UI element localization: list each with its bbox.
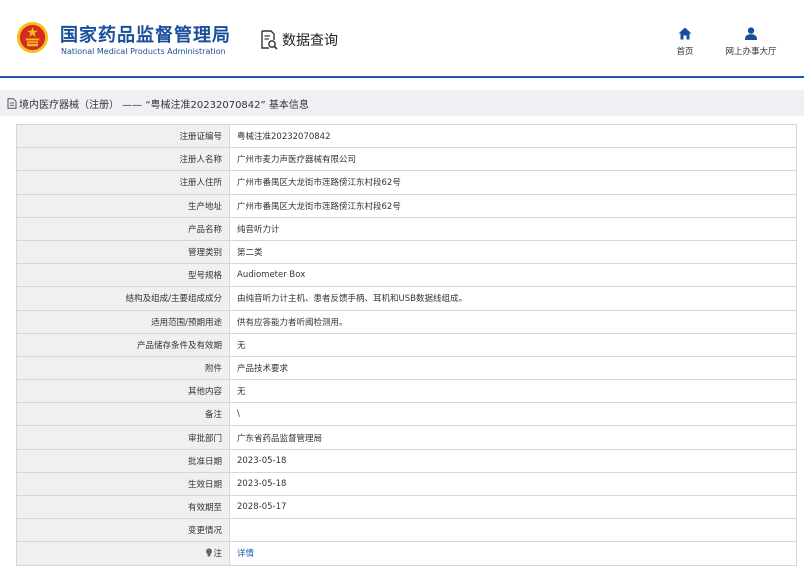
detail-title: 境内医疗器械（注册） —— “粤械注准20232070842” 基本信息 [19, 99, 309, 111]
table-row: 批准日期 2023-05-18 [16, 448, 797, 473]
document-search-icon [261, 30, 278, 50]
table-row: 适用范围/预期用途 供有应答能力者听阈检测用。 [16, 309, 797, 334]
row-value: 广东省药品监督管理局 [229, 425, 797, 450]
table-row: 其他内容无 [16, 379, 797, 404]
table-row: 注册人名称 广州市麦力声医疗器械有限公司 [16, 147, 797, 172]
row-value: 2023-05-18 [229, 471, 797, 497]
row-value: 由纯音听力计主机、患者反馈手柄、耳机和USB数据线组成。 [229, 286, 797, 311]
row-label: 注册证编号 [16, 123, 230, 149]
table-row: 附件 产品技术要求 [16, 355, 797, 381]
row-label: 产品储存条件及有效期 [16, 332, 230, 357]
row-value: 广州市番禺区大龙街市莲路傍江东村段62号 [229, 170, 797, 195]
row-value: 产品技术要求 [229, 355, 797, 381]
row-label: 注 [213, 549, 222, 560]
row-value: 无 [229, 379, 797, 404]
row-value: 供有应答能力者听阈检测用。 [229, 309, 797, 334]
row-label: 管理类别 [16, 239, 230, 265]
document-icon [7, 97, 17, 109]
row-label: 注册人名称 [16, 147, 230, 172]
row-value [229, 518, 797, 543]
table-row: 注 详情 [16, 541, 797, 566]
row-label: 型号规格 [16, 263, 230, 288]
data-query-link[interactable]: 数据查询 [260, 29, 338, 51]
details-link[interactable]: 详情 [237, 549, 254, 559]
nav-home-link[interactable]: 首页 [671, 27, 699, 57]
row-label: 生效日期 [16, 471, 230, 497]
row-label: 产品名称 [16, 216, 230, 241]
detail-title-bar: 境内医疗器械（注册） —— “粤械注准20232070842” 基本信息 [0, 90, 804, 116]
row-label: 有效期至 [16, 494, 230, 520]
row-label: 注册人住所 [16, 170, 230, 195]
table-row: 审批部门 广东省药品监督管理局 [16, 425, 797, 450]
site-title[interactable]: 国家药品监督管理局 [60, 21, 231, 47]
table-row: 注册人住所 广州市番禺区大龙街市莲路傍江东村段62号 [16, 170, 797, 195]
row-value: 2023-05-18 [229, 448, 797, 473]
table-row: 型号规格 Audiometer Box [16, 263, 797, 288]
site-header: 国家药品监督管理局 National Medical Products Admi… [0, 0, 804, 76]
row-label: 变更情况 [16, 518, 230, 543]
table-row: 管理类别 第二类 [16, 239, 797, 265]
row-value: \ [229, 402, 797, 427]
nav-online-office-label: 网上办事大厅 [725, 47, 777, 57]
row-value: 2028-05-17 [229, 494, 797, 520]
row-label: 生产地址 [16, 193, 230, 218]
row-label: 附件 [16, 355, 230, 381]
table-row: 结构及组成/主要组成成分 由纯音听力计主机、患者反馈手柄、耳机和USB数据线组成。 [16, 286, 797, 311]
table-row: 生效日期 2023-05-18 [16, 471, 797, 497]
row-label: 批准日期 [16, 448, 230, 473]
site-title-english: National Medical Products Administration [61, 47, 226, 56]
row-label: 备注 [16, 402, 230, 427]
user-icon [745, 27, 757, 40]
row-label: 其他内容 [16, 379, 230, 404]
data-query-label: 数据查询 [282, 33, 338, 49]
row-label: 适用范围/预期用途 [16, 309, 230, 334]
row-value: 粤械注准20232070842 [229, 123, 797, 149]
table-row: 产品储存条件及有效期无 [16, 332, 797, 357]
row-value: 广州市番禺区大龙街市莲路傍江东村段62号 [229, 193, 797, 218]
row-value-cell: 详情 [229, 541, 797, 566]
nav-online-office-link[interactable]: 网上办事大厅 [720, 27, 782, 57]
table-row: 有效期至 2028-05-17 [16, 494, 797, 520]
header-divider [0, 76, 804, 78]
table-row: 变更情况 [16, 518, 797, 543]
row-value: 纯音听力计 [229, 216, 797, 241]
table-row: 生产地址 广州市番禺区大龙街市莲路傍江东村段62号 [16, 193, 797, 218]
national-emblem-icon [16, 21, 49, 54]
table-row: 产品名称 纯音听力计 [16, 216, 797, 241]
table-row: 注册证编号 粤械注准20232070842 [16, 123, 797, 149]
row-value: Audiometer Box [229, 263, 797, 288]
table-row: 备注 \ [16, 402, 797, 427]
row-value: 广州市麦力声医疗器械有限公司 [229, 147, 797, 172]
row-label: 结构及组成/主要组成成分 [16, 286, 230, 311]
detail-table: 注册证编号 粤械注准20232070842 注册人名称 广州市麦力声医疗器械有限公司… [16, 123, 797, 566]
row-label: 审批部门 [16, 425, 230, 450]
row-label-with-icon: 注 [16, 541, 230, 566]
detail-table-container: 注册证编号 粤械注准20232070842 注册人名称 广州市麦力声医疗器械有限公司… [16, 123, 797, 566]
row-value: 无 [229, 332, 797, 357]
row-value: 第二类 [229, 239, 797, 265]
nav-home-label: 首页 [676, 47, 694, 57]
home-icon [678, 27, 692, 40]
